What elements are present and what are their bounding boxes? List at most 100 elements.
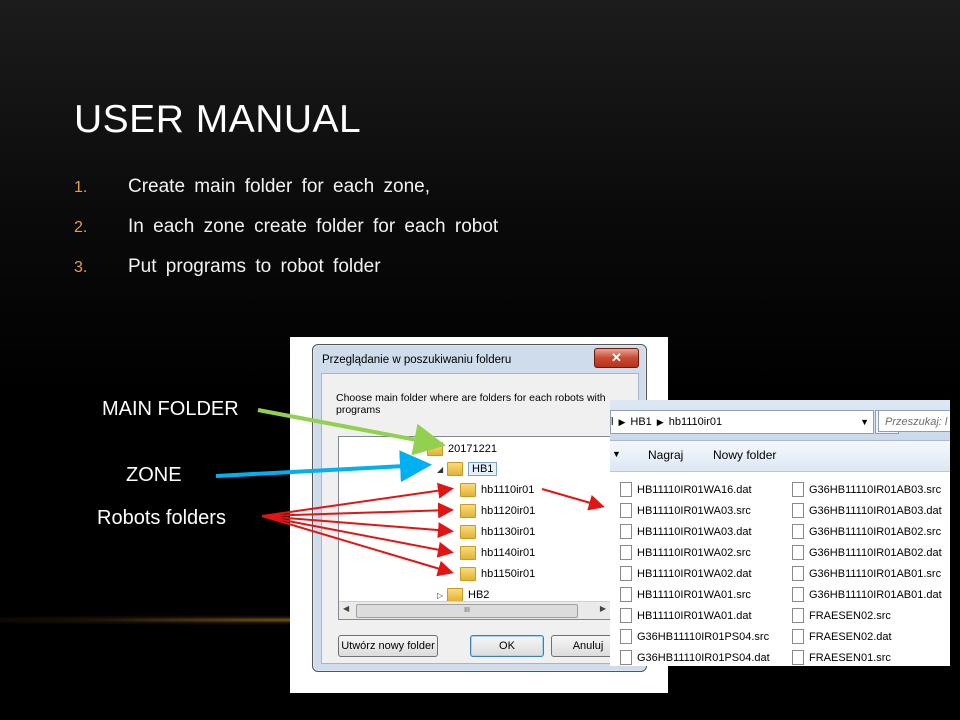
file-name: HB11110IR01WA16.dat: [637, 483, 752, 496]
browse-folder-dialog: Przeglądanie w poszukiwaniu folderu ✕ Ch…: [312, 344, 647, 672]
file-item[interactable]: HB11110IR01WA01.dat: [620, 605, 752, 626]
burn-button[interactable]: Nagraj: [648, 448, 683, 462]
file-icon: [792, 503, 804, 518]
address-bar[interactable]: l ▶ HB1 ▶ hb1110ir01 ▼: [610, 410, 874, 434]
zone-label: ZONE: [126, 464, 182, 486]
tree-node-robot[interactable]: hb1120ir01: [460, 501, 535, 521]
explorer-window: l ▶ HB1 ▶ hb1110ir01 ▼ ⇆ Przeszukaj: l ▼…: [610, 400, 950, 666]
dialog-description: Choose main folder where are folders for…: [336, 392, 606, 416]
expanded-arrow-icon[interactable]: ◢: [437, 465, 447, 474]
file-icon: [620, 629, 632, 644]
file-name: G36HB11110IR01PS04.src: [637, 630, 770, 643]
file-icon: [792, 545, 804, 560]
file-icon: [620, 503, 632, 518]
tree-node-robot[interactable]: hb1140ir01: [460, 543, 535, 563]
file-icon: [620, 482, 632, 497]
tree-node-label: hb1110ir01: [481, 484, 535, 496]
tree-node-label: hb1130ir01: [481, 526, 536, 538]
file-item[interactable]: FRAESEN02.dat: [792, 626, 892, 647]
file-item[interactable]: G36HB11110IR01PS04.dat: [620, 647, 770, 666]
close-button[interactable]: ✕: [594, 348, 639, 368]
tree-node-label: HB1: [468, 462, 498, 476]
file-icon: [792, 482, 804, 497]
file-item[interactable]: HB11110IR01WA02.dat: [620, 563, 752, 584]
folder-tree[interactable]: 20171221 ◢ HB1 hb1110ir01 hb1120ir01 hb1…: [338, 436, 611, 620]
file-item[interactable]: HB11110IR01WA02.src: [620, 542, 751, 563]
file-item[interactable]: G36HB11110IR01AB03.dat: [792, 500, 942, 521]
tree-node-main[interactable]: 20171221: [427, 439, 497, 459]
collapsed-arrow-icon[interactable]: ▷: [437, 591, 447, 600]
breadcrumb-item[interactable]: hb1110ir01: [669, 416, 722, 428]
file-icon: [620, 587, 632, 602]
file-icon: [792, 566, 804, 581]
folder-icon: [447, 462, 463, 476]
chevron-down-icon[interactable]: ▼: [612, 449, 621, 459]
instruction-list: 1. Create main folder for each zone, 2. In…: [74, 176, 498, 296]
file-name: HB11110IR01WA03.src: [637, 504, 751, 517]
file-name: HB11110IR01WA01.src: [637, 588, 751, 601]
file-name: FRAESEN02.dat: [809, 630, 892, 643]
file-item[interactable]: G36HB11110IR01AB02.src: [792, 521, 941, 542]
file-item[interactable]: HB11110IR01WA16.dat: [620, 479, 752, 500]
file-icon: [620, 608, 632, 623]
file-item[interactable]: FRAESEN02.src: [792, 605, 891, 626]
instruction-item: 3. Put programs to robot folder: [74, 256, 498, 296]
tree-node-zone[interactable]: ◢ HB1: [437, 459, 498, 479]
breadcrumb-item[interactable]: HB1: [630, 416, 651, 428]
instruction-item: 1. Create main folder for each zone,: [74, 176, 498, 216]
file-name: G36HB11110IR01AB01.src: [809, 567, 942, 580]
scroll-thumb[interactable]: III: [356, 604, 578, 618]
file-item[interactable]: G36HB11110IR01PS04.src: [620, 626, 769, 647]
file-icon: [620, 524, 632, 539]
folder-icon: [447, 588, 463, 602]
file-name: HB11110IR01WA03.dat: [637, 525, 752, 538]
horizontal-scrollbar[interactable]: ◀ III ▶: [339, 601, 610, 619]
scroll-left-icon[interactable]: ◀: [343, 604, 349, 613]
chevron-down-icon[interactable]: ▼: [860, 417, 869, 427]
file-item[interactable]: HB11110IR01WA03.dat: [620, 521, 752, 542]
folder-icon: [460, 567, 476, 581]
file-name: HB11110IR01WA02.dat: [637, 567, 752, 580]
search-input[interactable]: Przeszukaj: l: [878, 410, 950, 432]
folder-icon: [460, 504, 476, 518]
explorer-toolbar: ▼ Nagraj Nowy folder: [610, 441, 950, 472]
tree-node-label: 20171221: [448, 443, 497, 455]
new-folder-button[interactable]: Utwórz nowy folder: [338, 635, 438, 657]
item-number: 3.: [74, 259, 88, 276]
file-item[interactable]: FRAESEN01.src: [792, 647, 891, 666]
file-name: HB11110IR01WA01.dat: [637, 609, 752, 622]
slide-title: USER MANUAL: [74, 98, 362, 141]
tree-node-robot[interactable]: hb1150ir01: [460, 564, 535, 584]
file-icon: [620, 650, 632, 665]
file-name: G36HB11110IR01PS04.dat: [637, 651, 770, 664]
tree-node-robot[interactable]: hb1130ir01: [460, 522, 535, 542]
file-item[interactable]: HB11110IR01WA01.src: [620, 584, 751, 605]
dialog-title: Przeglądanie w poszukiwaniu folderu: [322, 354, 512, 366]
file-name: FRAESEN01.src: [809, 651, 891, 664]
item-number: 2.: [74, 219, 88, 236]
instruction-item: 2. In each zone create folder for each ro…: [74, 216, 498, 256]
file-name: FRAESEN02.src: [809, 609, 891, 622]
file-name: HB11110IR01WA02.src: [637, 546, 751, 559]
folder-icon: [460, 483, 476, 497]
robots-folders-label: Robots folders: [97, 507, 226, 529]
file-name: G36HB11110IR01AB02.dat: [809, 546, 942, 559]
item-number: 1.: [74, 179, 88, 196]
file-icon: [792, 608, 804, 623]
tree-node-label: hb1120ir01: [481, 505, 536, 517]
folder-icon: [427, 442, 443, 456]
scroll-right-icon[interactable]: ▶: [600, 604, 606, 613]
tree-node-label: hb1150ir01: [481, 568, 536, 580]
file-item[interactable]: G36HB11110IR01AB02.dat: [792, 542, 942, 563]
dialog-body: Choose main folder where are folders for…: [321, 373, 639, 664]
breadcrumb-item[interactable]: l: [611, 416, 613, 428]
file-item[interactable]: G36HB11110IR01AB01.dat: [792, 584, 942, 605]
breadcrumb-separator-icon: ▶: [618, 416, 626, 427]
new-folder-button[interactable]: Nowy folder: [713, 448, 776, 462]
main-folder-label: MAIN FOLDER: [102, 398, 239, 420]
file-item[interactable]: HB11110IR01WA03.src: [620, 500, 751, 521]
tree-node-robot[interactable]: hb1110ir01: [460, 480, 534, 500]
ok-button[interactable]: OK: [470, 635, 544, 657]
file-item[interactable]: G36HB11110IR01AB01.src: [792, 563, 941, 584]
file-item[interactable]: G36HB11110IR01AB03.src: [792, 479, 941, 500]
